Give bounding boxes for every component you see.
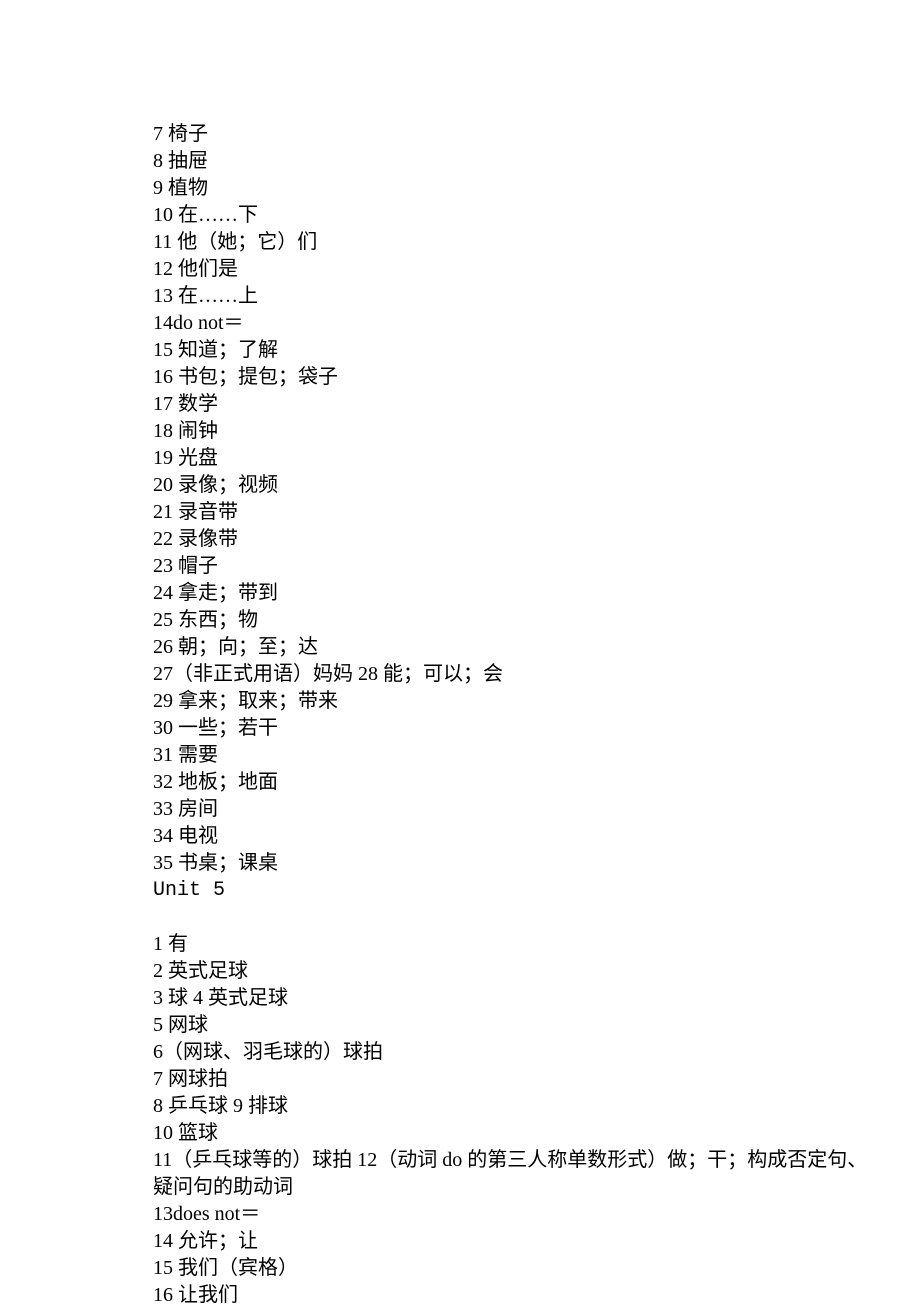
text-line: 5 网球	[153, 1012, 770, 1039]
text-line: 20 录像；视频	[153, 472, 770, 499]
text-line: 33 房间	[153, 796, 770, 823]
text-line: Unit 5	[153, 877, 770, 904]
text-line: 25 东西；物	[153, 607, 770, 634]
text-line: 13does not＝	[153, 1201, 770, 1228]
text-line: 10 篮球	[153, 1120, 770, 1147]
text-line: 16 让我们	[153, 1282, 770, 1309]
text-line: 8 抽屉	[153, 148, 770, 175]
text-line: 19 光盘	[153, 445, 770, 472]
text-line: 21 录音带	[153, 499, 770, 526]
text-line: 3 球 4 英式足球	[153, 985, 770, 1012]
text-line: 疑问句的助动词	[153, 1174, 770, 1201]
text-line: 9 植物	[153, 175, 770, 202]
text-line: 18 闹钟	[153, 418, 770, 445]
text-line: 27（非正式用语）妈妈 28 能；可以；会	[153, 661, 770, 688]
text-line: 30 一些；若干	[153, 715, 770, 742]
text-line: 7 椅子	[153, 121, 770, 148]
text-line: 26 朝；向；至；达	[153, 634, 770, 661]
text-line: 11（乒乓球等的）球拍 12（动词 do 的第三人称单数形式）做；干；构成否定句…	[153, 1147, 770, 1174]
text-line: 29 拿来；取来；带来	[153, 688, 770, 715]
text-line: 15 我们（宾格）	[153, 1255, 770, 1282]
text-line: 24 拿走；带到	[153, 580, 770, 607]
text-line: 22 录像带	[153, 526, 770, 553]
text-line: 31 需要	[153, 742, 770, 769]
text-line: 12 他们是	[153, 256, 770, 283]
text-line: 2 英式足球	[153, 958, 770, 985]
text-line: 11 他（她；它）们	[153, 229, 770, 256]
text-line: 8 乒乓球 9 排球	[153, 1093, 770, 1120]
text-line: 35 书桌；课桌	[153, 850, 770, 877]
text-line: 14do not＝	[153, 310, 770, 337]
text-line: 15 知道；了解	[153, 337, 770, 364]
text-line: 34 电视	[153, 823, 770, 850]
text-line: 17 数学	[153, 391, 770, 418]
text-line: 1 有	[153, 931, 770, 958]
text-line: 7 网球拍	[153, 1066, 770, 1093]
text-line	[153, 904, 770, 931]
text-line: 6（网球、羽毛球的）球拍	[153, 1039, 770, 1066]
text-line: 10 在……下	[153, 202, 770, 229]
text-line: 23 帽子	[153, 553, 770, 580]
text-line: 16 书包；提包；袋子	[153, 364, 770, 391]
document-body: 7 椅子8 抽屉9 植物10 在……下11 他（她；它）们12 他们是13 在……	[153, 121, 770, 1309]
text-line: 32 地板；地面	[153, 769, 770, 796]
text-line: 14 允许；让	[153, 1228, 770, 1255]
text-line: 13 在……上	[153, 283, 770, 310]
